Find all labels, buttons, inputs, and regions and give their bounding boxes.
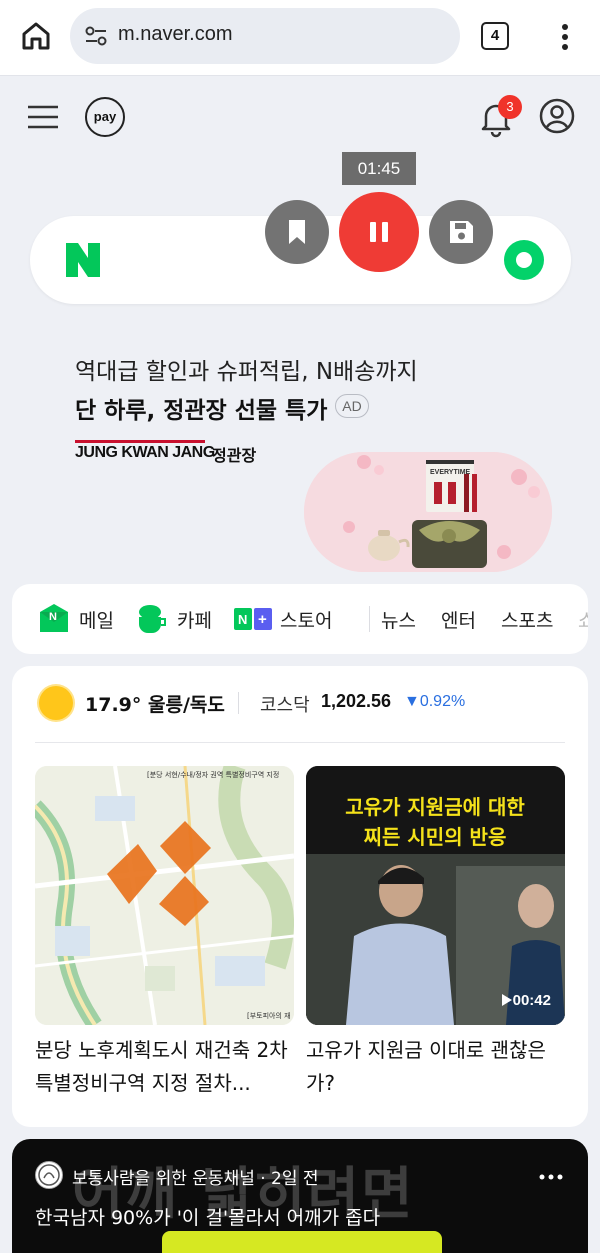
news-thumbnail-video[interactable]: 고유가 지원금에 대한 찌든 시민의 반응 00:42 — [306, 766, 565, 1025]
pause-icon — [370, 222, 388, 242]
cafe-icon — [139, 605, 166, 633]
brand-bar — [75, 440, 205, 443]
video-duration-text: 00:42 — [512, 992, 551, 1009]
shortcut-cafe[interactable]: 카페 — [177, 606, 212, 633]
video-banner-line1: 고유가 지원금에 대한 — [345, 795, 525, 819]
pay-button[interactable]: pay — [85, 97, 125, 137]
menu-icon[interactable] — [24, 98, 64, 138]
shortcut-entertainment[interactable]: 엔터 — [441, 606, 476, 633]
shortcut-store[interactable]: 스토어 — [280, 606, 332, 633]
card-separator — [35, 742, 565, 743]
video-duration: 00:42 — [501, 992, 551, 1009]
home-icon[interactable] — [18, 18, 54, 54]
map-footer: [부토피아의 재 — [247, 1011, 291, 1020]
news-thumbnail-map[interactable]: [분당 서현/수내/정자 권역 특별정비구역 지정 [부토피아의 재 — [35, 766, 294, 1025]
shortcut-divider — [369, 606, 370, 632]
shortcut-news[interactable]: 뉴스 — [381, 606, 416, 633]
info-divider — [238, 692, 239, 714]
news-title-1[interactable]: 분당 노후계획도시 재건축 2차 특별정비구역 지정 절차... — [35, 1034, 297, 1100]
channel-name[interactable]: 보통사람을 위한 운동채널 · 2일 전 — [72, 1164, 319, 1189]
url-text: m.naver.com — [118, 23, 233, 45]
map-caption: [분당 서현/수내/정자 권역 특별정비구역 지정 — [147, 770, 279, 779]
video-yellow-banner — [162, 1231, 442, 1253]
tab-switcher-button[interactable]: 4 — [481, 22, 509, 50]
news-title-2[interactable]: 고유가 지원금 이대로 괜찮은가? — [306, 1034, 568, 1100]
ad-tag[interactable]: AD — [335, 394, 369, 418]
save-icon — [450, 221, 473, 243]
store-icon: N + — [234, 608, 272, 630]
service-shortcuts: N 메일 카페 N + 스토어 뉴스 엔터 스포츠 쇼 — [12, 584, 588, 654]
kosdaq-label[interactable]: 코스닥 — [260, 691, 310, 717]
site-settings-icon[interactable] — [82, 22, 110, 50]
ad-title[interactable]: 단 하루, 정관장 선물 특가 — [75, 391, 327, 425]
video-banner-line2: 찌든 시민의 반응 — [364, 825, 507, 849]
shortcut-more[interactable]: 쇼 — [578, 606, 588, 633]
green-dot-icon[interactable] — [504, 240, 544, 280]
shortcut-mail[interactable]: 메일 — [79, 606, 114, 633]
save-button[interactable] — [429, 200, 493, 264]
pause-button[interactable] — [339, 192, 419, 272]
weather-text[interactable]: 17.9° 울릉/독도 — [85, 690, 225, 717]
mail-icon: N — [40, 604, 68, 632]
video-more-icon[interactable] — [539, 1167, 563, 1180]
brand-name-ko: 정관장 — [212, 446, 257, 465]
shortcut-sports[interactable]: 스포츠 — [501, 606, 553, 633]
video-title[interactable]: 한국남자 90%가 '이 걸'몰라서 어깨가 좁다 — [35, 1203, 380, 1230]
channel-avatar[interactable] — [35, 1161, 63, 1189]
brand-name-en: JUNG KWAN JANG — [75, 444, 215, 461]
bookmark-icon — [289, 220, 305, 244]
bookmark-button[interactable] — [265, 200, 329, 264]
ad-product-image[interactable]: EVERYTIME — [304, 452, 552, 572]
play-icon — [501, 994, 512, 1006]
profile-icon[interactable] — [538, 97, 576, 135]
svg-text:+: + — [258, 611, 267, 628]
svg-text:N: N — [49, 611, 57, 623]
address-bar[interactable]: m.naver.com — [70, 8, 460, 64]
kosdaq-value: 1,202.56 — [321, 691, 392, 711]
recording-timer: 01:45 — [342, 152, 416, 185]
video-card[interactable]: 어깨 넓히려면 보통사람을 위한 운동채널 · 2일 전 한국남자 90%가 '… — [12, 1139, 588, 1253]
browser-toolbar: m.naver.com 4 — [0, 0, 600, 76]
sun-icon — [39, 686, 73, 720]
svg-text:N: N — [238, 612, 247, 627]
more-options-icon[interactable] — [552, 20, 578, 54]
kosdaq-change: ▼0.92% — [404, 693, 466, 710]
news-card: 17.9° 울릉/독도 코스닥 1,202.56 ▼0.92% [분당 서현/수… — [12, 666, 588, 1127]
notification-badge: 3 — [498, 95, 522, 119]
ad-headline[interactable]: 역대급 할인과 슈퍼적립, N배송까지 — [75, 352, 418, 386]
naver-logo — [66, 243, 100, 277]
